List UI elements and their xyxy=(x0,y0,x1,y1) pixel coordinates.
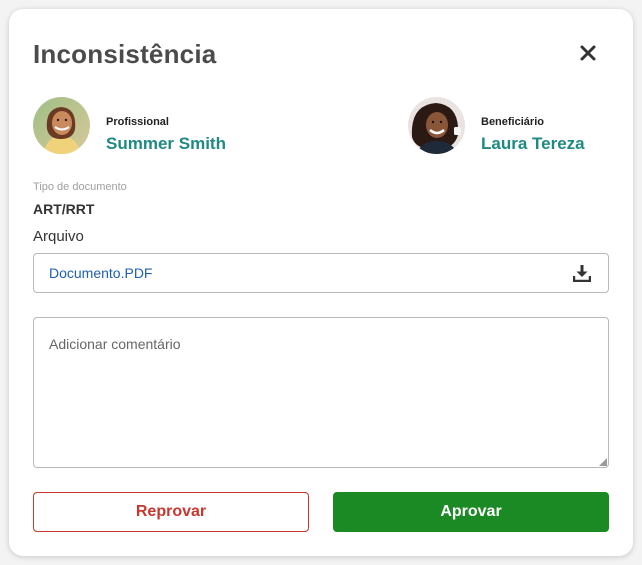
dialog-title: Inconsistência xyxy=(33,39,217,69)
comment-textarea[interactable] xyxy=(33,317,609,468)
file-label: Arquivo xyxy=(33,228,84,245)
inconsistency-dialog: Inconsistência Profissional Summer Smith… xyxy=(9,9,633,556)
beneficiary-name: Laura Tereza xyxy=(481,134,585,153)
file-field: Documento.PDF xyxy=(33,253,609,293)
beneficiary-role-label: Beneficiário xyxy=(481,116,544,128)
document-type-value: ART/RRT xyxy=(33,201,95,217)
reject-button[interactable]: Reprovar xyxy=(33,492,309,532)
close-icon xyxy=(580,45,596,61)
document-type-label: Tipo de documento xyxy=(33,181,127,193)
download-button[interactable] xyxy=(572,264,592,283)
close-button[interactable] xyxy=(577,42,599,64)
resize-grip-icon[interactable] xyxy=(599,458,607,466)
beneficiary-avatar xyxy=(408,97,465,154)
download-icon xyxy=(572,265,592,283)
professional-name: Summer Smith xyxy=(106,134,226,153)
professional-avatar xyxy=(33,97,90,154)
professional-role-label: Profissional xyxy=(106,116,169,128)
file-link[interactable]: Documento.PDF xyxy=(49,265,152,281)
approve-button[interactable]: Aprovar xyxy=(333,492,609,532)
